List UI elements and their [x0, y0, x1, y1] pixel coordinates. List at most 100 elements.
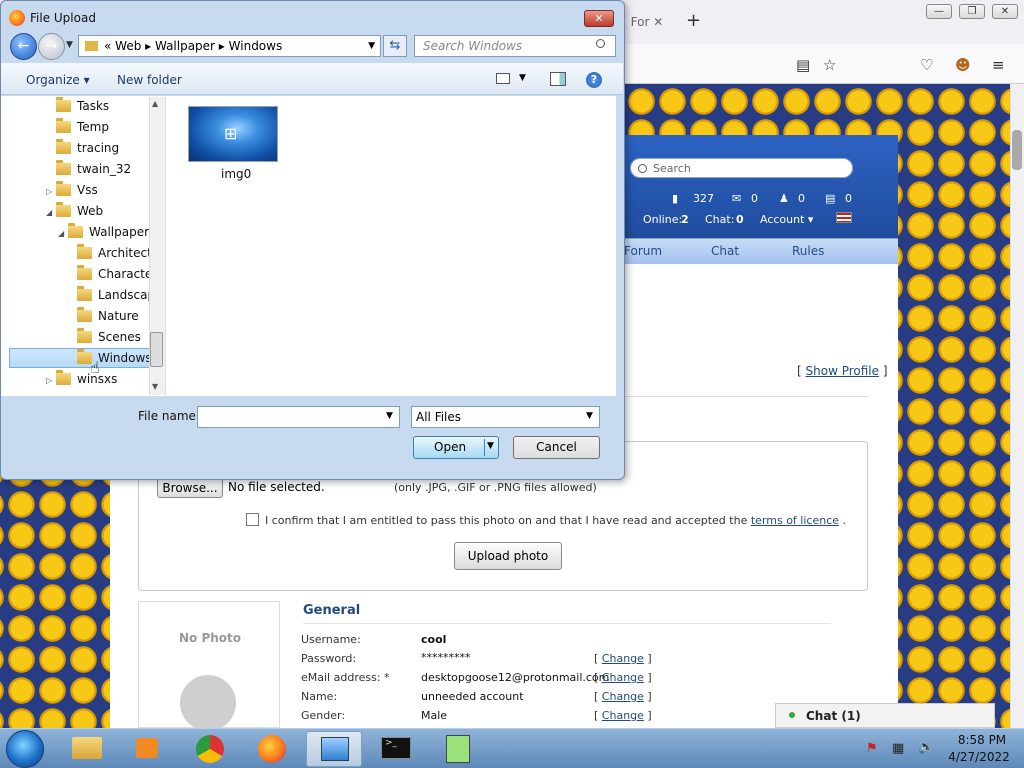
close-window-button[interactable]: ✕ [992, 4, 1018, 19]
address-bar[interactable]: « Web ▸ Wallpaper ▸ Windows ▼ [78, 35, 381, 57]
view-icon[interactable] [496, 73, 510, 84]
tree-item[interactable]: Scenes [67, 327, 141, 347]
minimize-button[interactable]: — [926, 4, 952, 19]
refresh-icon[interactable]: ⇆ [383, 35, 407, 57]
tree-item[interactable]: Character [67, 264, 157, 284]
page-scroll-thumb[interactable] [1012, 130, 1022, 170]
messages-count[interactable]: 0 [751, 192, 758, 205]
messages-icon[interactable]: ✉ [732, 192, 741, 205]
firefox-taskbar-icon[interactable] [244, 731, 300, 767]
expand-icon[interactable]: ◢ [58, 224, 68, 244]
tree-item[interactable]: tracing [46, 138, 119, 158]
explorer-taskbar-icon[interactable] [59, 731, 115, 767]
control-panel-taskbar-icon[interactable] [306, 731, 362, 767]
tree-item[interactable]: Temp [46, 117, 109, 137]
friends-count[interactable]: 0 [798, 192, 805, 205]
expand-icon[interactable]: ▷ [46, 182, 56, 202]
file-type-select[interactable]: All Files [411, 406, 600, 428]
tab-close-icon[interactable]: ✕ [653, 15, 663, 29]
online-count[interactable]: 2 [681, 213, 689, 226]
scroll-up-icon[interactable]: ▲ [152, 99, 158, 108]
forward-button[interactable]: → [38, 33, 65, 60]
change-password-link[interactable]: Change [602, 652, 644, 665]
friends-icon[interactable]: ♟ [779, 192, 789, 205]
view-dropdown-icon[interactable]: ▼ [519, 73, 526, 83]
pocket-icon[interactable]: ♡ [920, 56, 933, 74]
file-name-input[interactable] [197, 406, 400, 428]
action-center-icon[interactable]: ⚑ [866, 741, 878, 756]
new-tab-icon[interactable]: + [686, 10, 701, 31]
change-name-link[interactable]: Change [602, 690, 644, 703]
dialog-search-input[interactable]: Search Windows [414, 35, 616, 57]
field-value: desktopgoose12@protonmail.com [421, 671, 610, 684]
new-folder-button[interactable]: New folder [117, 73, 182, 87]
clock-date[interactable]: 4/27/2022 [946, 750, 1012, 764]
tree-item-label: Architect [98, 246, 152, 260]
tree-item[interactable]: Tasks [46, 96, 109, 116]
change-gender-link[interactable]: Change [602, 709, 644, 722]
tree-item[interactable]: ◢ Web [46, 201, 103, 221]
tree-item[interactable]: Landscap [67, 285, 155, 305]
extension-monkey-icon[interactable]: ☻ [955, 56, 971, 74]
tree-item[interactable]: Windows [67, 348, 152, 368]
recent-dropdown-icon[interactable]: ▼ [66, 40, 73, 50]
confirm-checkbox[interactable] [246, 513, 259, 526]
change-email-link[interactable]: Change [602, 671, 644, 684]
chat-bar[interactable]: Chat (1) [775, 703, 995, 728]
address-dropdown-icon[interactable]: ▼ [368, 41, 375, 51]
bookmark-star-icon[interactable]: ☆ [823, 56, 836, 74]
organize-button[interactable]: Organize ▾ [26, 73, 90, 87]
preview-pane-icon[interactable] [550, 72, 566, 86]
field-label: Username: [301, 633, 361, 646]
file-name-dropdown-icon[interactable]: ▼ [386, 411, 393, 421]
media-player-taskbar-icon[interactable] [120, 731, 176, 767]
expand-icon[interactable]: ▷ [46, 371, 56, 391]
tree-item[interactable]: twain_32 [46, 159, 131, 179]
volume-icon[interactable]: 🔈 [918, 740, 934, 755]
cmd-taskbar-icon[interactable]: >_ [368, 731, 424, 767]
upload-photo-button[interactable]: Upload photo [454, 542, 562, 570]
nav-scroll-thumb[interactable] [150, 332, 163, 367]
tree-item[interactable]: ▷ Vss [46, 180, 98, 200]
network-icon[interactable]: ▦ [892, 741, 904, 756]
breadcrumb[interactable]: « Web ▸ Wallpaper ▸ Windows [104, 39, 282, 53]
site-search-input[interactable]: Search [630, 158, 853, 178]
scroll-down-icon[interactable]: ▼ [152, 382, 158, 391]
folder-icon [77, 328, 92, 343]
nav-forum[interactable]: Forum [624, 244, 662, 258]
account-menu[interactable]: Account ▾ [760, 213, 813, 226]
help-icon[interactable]: ? [586, 72, 602, 88]
chrome-taskbar-icon[interactable] [182, 731, 238, 767]
coins-count[interactable]: 327 [693, 192, 714, 205]
notes-count[interactable]: 0 [845, 192, 852, 205]
nav-rules[interactable]: Rules [792, 244, 824, 258]
cancel-button[interactable]: Cancel [513, 436, 600, 459]
tree-item[interactable]: Architect [67, 243, 152, 263]
maximize-button[interactable]: ❐ [959, 4, 985, 19]
terms-link[interactable]: terms of licence [751, 514, 839, 527]
file-type-dropdown-icon[interactable]: ▼ [586, 411, 593, 421]
page-scrollbar[interactable] [1010, 84, 1024, 728]
dialog-close-button[interactable]: ✕ [584, 10, 614, 27]
browse-button[interactable]: Browse... [157, 478, 223, 498]
chat-count[interactable]: 0 [736, 213, 744, 226]
tree-item[interactable]: ◢ Wallpaper [58, 222, 149, 242]
open-dropdown-icon[interactable]: ▼ [487, 441, 494, 451]
show-profile-link[interactable]: Show Profile [806, 364, 880, 378]
notepad-taskbar-icon[interactable] [430, 731, 486, 767]
folder-icon [56, 160, 71, 175]
tree-item[interactable]: Nature [67, 306, 139, 326]
start-button[interactable] [6, 730, 44, 768]
flag-icon[interactable] [836, 212, 852, 223]
nav-chat[interactable]: Chat [711, 244, 739, 258]
clock-time[interactable]: 8:58 PM [952, 733, 1012, 747]
expand-icon[interactable]: ◢ [46, 203, 56, 223]
reader-view-icon[interactable]: ▤ [796, 56, 810, 74]
folder-icon [56, 97, 71, 112]
notes-icon[interactable]: ▤ [825, 192, 835, 205]
search-icon[interactable] [596, 39, 605, 48]
back-button[interactable]: ← [10, 33, 37, 60]
menu-icon[interactable]: ≡ [992, 56, 1005, 74]
tree-item[interactable]: ▷ winsxs [46, 369, 117, 389]
file-item-label[interactable]: img0 [221, 167, 251, 181]
